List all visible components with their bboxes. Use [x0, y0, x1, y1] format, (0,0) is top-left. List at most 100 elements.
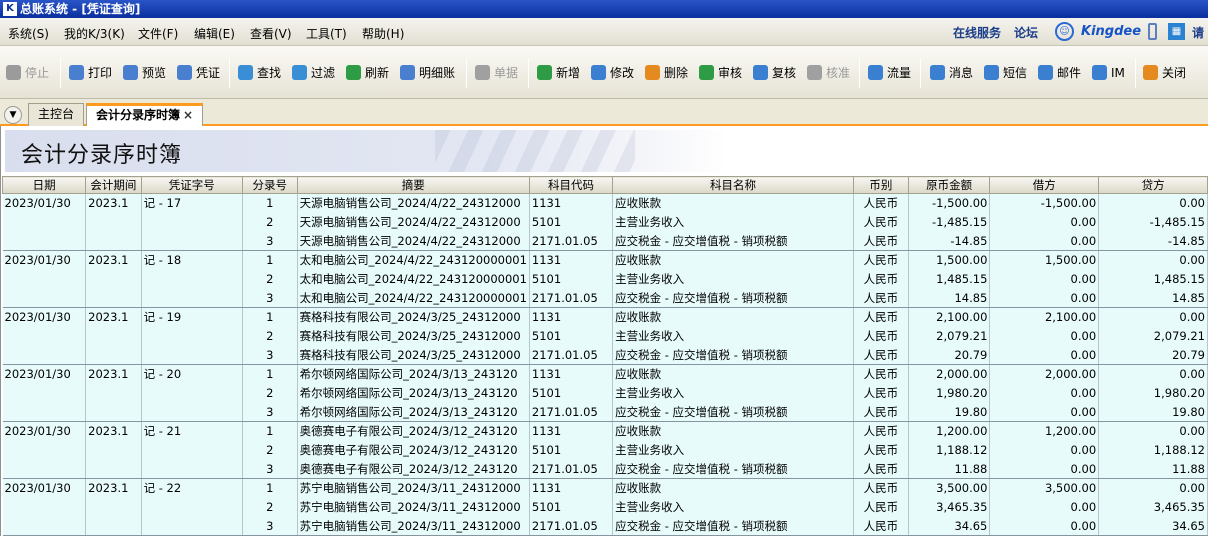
- cell-debit: 2,000.00: [989, 364, 1100, 384]
- cell-credit: 1,980.20: [1098, 383, 1208, 403]
- cell-date: 2023/01/30: [2, 421, 87, 441]
- cell-date: [2, 231, 87, 251]
- table-row[interactable]: 2 希尔顿网络国际公司_2024/3/13_243120 5101 主营业务收入 人民币…: [2, 383, 1208, 403]
- column-header[interactable]: 凭证字号: [140, 176, 243, 194]
- toolbar-voucher-button[interactable]: 凭证: [177, 63, 220, 83]
- column-header[interactable]: 币别: [852, 176, 909, 194]
- cell-date: [2, 383, 87, 403]
- column-header[interactable]: 借方: [989, 176, 1100, 194]
- column-header[interactable]: 会计期间: [85, 176, 142, 194]
- menu-tools[interactable]: 工具(T): [306, 25, 347, 42]
- toolbar-sms-button[interactable]: 短信: [984, 63, 1027, 83]
- cell-account: 主营业务收入: [612, 269, 854, 289]
- app-grid-icon[interactable]: ▦: [1168, 23, 1185, 40]
- cell-date: [2, 440, 87, 460]
- toolbar-delete-button[interactable]: 删除: [645, 63, 688, 83]
- cell-summary: 苏宁电脑销售公司_2024/3/11_24312000: [297, 478, 530, 498]
- online-service-link[interactable]: 在线服务: [953, 24, 1001, 41]
- cell-period: [85, 459, 142, 479]
- tab-close-icon[interactable]: ×: [183, 108, 193, 122]
- cell-debit: 0.00: [989, 459, 1100, 479]
- column-header[interactable]: 分录号: [241, 176, 298, 194]
- toolbar-im-button[interactable]: IM: [1092, 63, 1125, 83]
- menu-help[interactable]: 帮助(H): [362, 25, 404, 42]
- toolbar-filter-button[interactable]: 过滤: [292, 63, 335, 83]
- toolbar-print-button[interactable]: 打印: [69, 63, 112, 83]
- cell-currency: 人民币: [853, 383, 909, 403]
- table-row[interactable]: 2023/01/30 2023.1 记 - 18 1 太和电脑公司_2024/4/22_…: [2, 250, 1208, 270]
- toolbar-add-button[interactable]: 新增: [537, 63, 580, 83]
- column-header[interactable]: 日期: [1, 176, 87, 194]
- cell-summary: 奥德赛电子有限公司_2024/3/12_243120: [297, 421, 530, 441]
- login-prompt[interactable]: 请: [1192, 24, 1204, 41]
- sms-icon: [984, 65, 999, 80]
- cell-code: 5101: [529, 269, 614, 289]
- mobile-phone-icon[interactable]: [1148, 23, 1157, 40]
- tab-main-console[interactable]: 主控台: [28, 103, 85, 126]
- cell-period: 2023.1: [85, 364, 142, 384]
- table-row[interactable]: 3 赛格科技有限公司_2024/3/25_24312000 2171.01.05 应交…: [2, 345, 1208, 365]
- table-row[interactable]: 2023/01/30 2023.1 记 - 22 1 苏宁电脑销售公司_2024/3/1…: [2, 478, 1208, 498]
- column-header[interactable]: 摘要: [296, 176, 530, 194]
- toolbar-recheck-button[interactable]: 复核: [753, 63, 796, 83]
- table-row[interactable]: 3 天源电脑销售公司_2024/4/22_24312000 2171.01.05 应交…: [2, 231, 1208, 251]
- toolbar-refresh-button[interactable]: 刷新: [346, 63, 389, 83]
- table-row[interactable]: 3 希尔顿网络国际公司_2024/3/13_243120 2171.01.05 应交税…: [2, 402, 1208, 422]
- table-row[interactable]: 2023/01/30 2023.1 记 - 21 1 奥德赛电子有限公司_2024/3/…: [2, 421, 1208, 441]
- column-header[interactable]: 贷方: [1098, 176, 1208, 194]
- cell-currency: 人民币: [853, 478, 909, 498]
- cell-no: 1: [242, 421, 298, 441]
- menu-system[interactable]: 系统(S): [8, 25, 49, 42]
- cell-date: 2023/01/30: [2, 478, 87, 498]
- toolbar-flow-button[interactable]: 流量: [868, 63, 911, 83]
- column-header[interactable]: 科目代码: [528, 176, 614, 194]
- forum-link[interactable]: 论坛: [1014, 24, 1038, 41]
- table-row[interactable]: 2 奥德赛电子有限公司_2024/3/12_243120 5101 主营业务收入 人民币…: [2, 440, 1208, 460]
- cell-code: 5101: [529, 497, 614, 517]
- menu-edit[interactable]: 编辑(E): [194, 25, 235, 42]
- menu-view[interactable]: 查看(V): [250, 25, 292, 42]
- table-row[interactable]: 2 苏宁电脑销售公司_2024/3/11_24312000 5101 主营业务收入 人民…: [2, 497, 1208, 517]
- table-row[interactable]: 2023/01/30 2023.1 记 - 17 1 天源电脑销售公司_2024/4/2…: [2, 193, 1208, 213]
- smiley-icon[interactable]: ☺: [1055, 22, 1074, 41]
- cell-code: 2171.01.05: [529, 402, 614, 422]
- tab-list-dropdown-button[interactable]: ▼: [4, 106, 22, 124]
- table-row[interactable]: 3 太和电脑公司_2024/4/22_243120000001 2171.01.05…: [2, 288, 1208, 308]
- toolbar-message-button[interactable]: 消息: [930, 63, 973, 83]
- table-row[interactable]: 2023/01/30 2023.1 记 - 20 1 希尔顿网络国际公司_2024/3/…: [2, 364, 1208, 384]
- table-row[interactable]: 3 苏宁电脑销售公司_2024/3/11_24312000 2171.01.05 应交…: [2, 516, 1208, 536]
- toolbar-preview-button[interactable]: 预览: [123, 63, 166, 83]
- toolbar-edit-button[interactable]: 修改: [591, 63, 634, 83]
- toolbar-document-button[interactable]: 单据: [475, 63, 518, 83]
- toolbar-approve-button[interactable]: 核准: [807, 63, 850, 83]
- toolbar-close-button[interactable]: 关闭: [1143, 63, 1186, 83]
- toolbar-audit-button[interactable]: 审核: [699, 63, 742, 83]
- column-header[interactable]: 科目名称: [612, 176, 854, 194]
- im-icon: [1092, 65, 1107, 80]
- toolbar-stop-button[interactable]: 停止: [6, 63, 49, 83]
- cell-period: [85, 326, 142, 346]
- toolbar-mail-button[interactable]: 邮件: [1038, 63, 1081, 83]
- menu-file[interactable]: 文件(F): [138, 25, 178, 42]
- table-row[interactable]: 3 奥德赛电子有限公司_2024/3/12_243120 2171.01.05 应交税…: [2, 459, 1208, 479]
- cell-date: [2, 269, 87, 289]
- cell-credit: 0.00: [1098, 364, 1208, 384]
- menu-my-k3[interactable]: 我的K/3(K): [64, 25, 125, 42]
- table-row[interactable]: 2 天源电脑销售公司_2024/4/22_24312000 5101 主营业务收入 人民…: [2, 212, 1208, 232]
- toolbar-button-label: 审核: [718, 66, 743, 80]
- cell-currency: 人民币: [853, 269, 909, 289]
- table-row[interactable]: 2 赛格科技有限公司_2024/3/25_24312000 5101 主营业务收入 人民…: [2, 326, 1208, 346]
- toolbar-find-button[interactable]: 查找: [238, 63, 281, 83]
- cell-currency: 人民币: [853, 250, 909, 270]
- cell-account: 应交税金 - 应交增值税 - 销项税额: [612, 231, 854, 251]
- table-row[interactable]: 2023/01/30 2023.1 记 - 19 1 赛格科技有限公司_2024/3/2…: [2, 307, 1208, 327]
- toolbar-ledger-button[interactable]: 明细账: [400, 63, 455, 83]
- cell-date: [2, 402, 87, 422]
- table-row[interactable]: 2 太和电脑公司_2024/4/22_243120000001 5101 主营业务收入…: [2, 269, 1208, 289]
- tab-journal-register[interactable]: 会计分录序时簿 ×: [86, 103, 204, 127]
- column-header[interactable]: 原币金额: [907, 176, 991, 194]
- cell-period: 2023.1: [85, 307, 142, 327]
- cell-date: 2023/01/30: [2, 307, 87, 327]
- cell-credit: 0.00: [1098, 250, 1208, 270]
- toolbar-separator: [528, 58, 529, 88]
